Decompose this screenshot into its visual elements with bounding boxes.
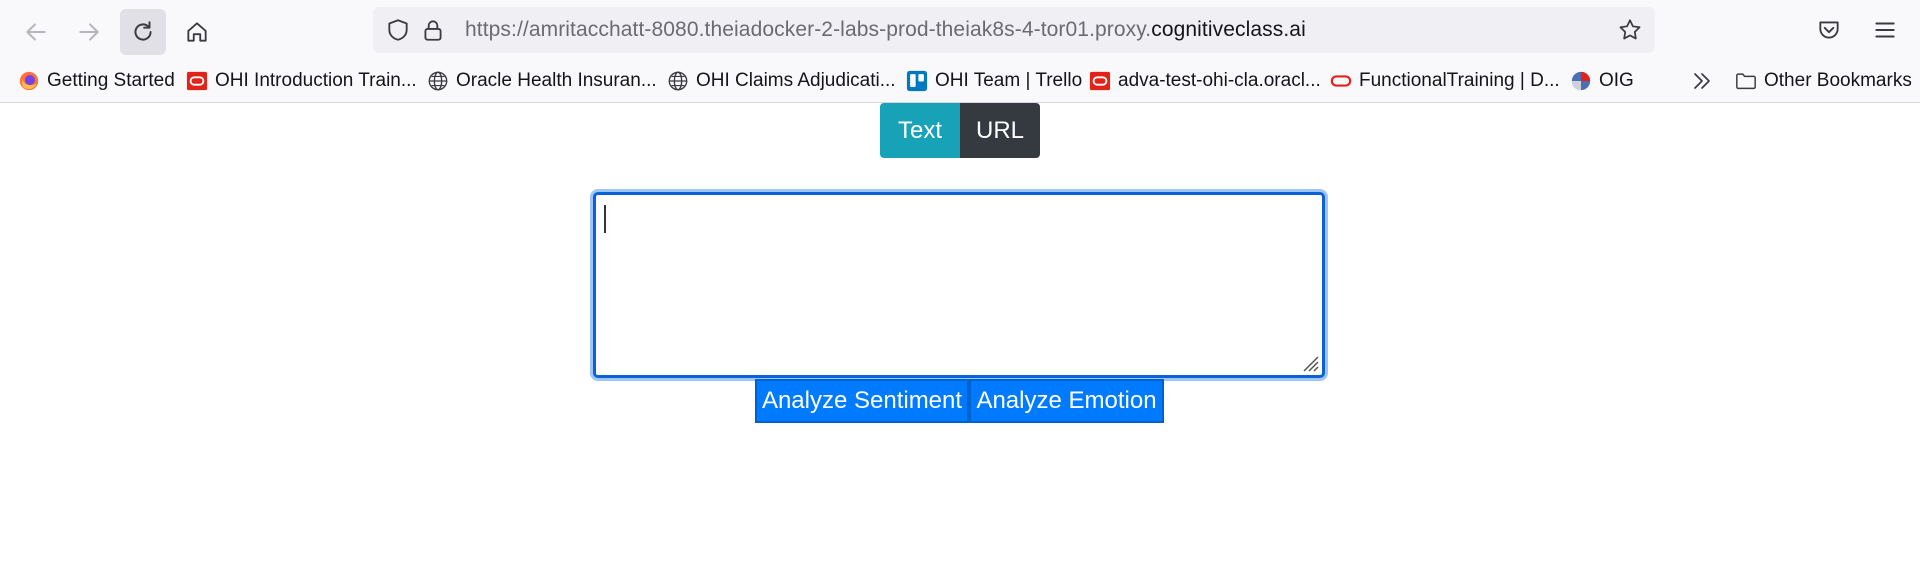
forward-arrow-icon: [79, 23, 99, 41]
text-input-area[interactable]: [593, 192, 1325, 378]
bookmark-label: adva-test-ohi-cla.oracl...: [1118, 70, 1321, 91]
globe-icon: [668, 71, 688, 91]
other-bookmarks[interactable]: Other Bookmarks: [1735, 68, 1912, 94]
bookmark-oracle-health[interactable]: Oracle Health Insuran...: [427, 68, 657, 94]
url-text: https://amritacchatt-8080.theiadocker-2-…: [465, 18, 1306, 42]
bookmark-ohi-trello[interactable]: OHI Team | Trello: [906, 68, 1082, 94]
url-prefix: https://amritacchatt-8080.theiadocker-2-…: [465, 18, 1152, 41]
oig-icon: [1571, 71, 1591, 91]
bookmark-label: OIG: [1599, 70, 1634, 91]
analyze-sentiment-button[interactable]: Analyze Sentiment: [755, 379, 969, 423]
bookmark-star-icon[interactable]: [1617, 17, 1643, 43]
forward-button[interactable]: [66, 9, 112, 55]
reload-icon: [134, 21, 152, 41]
home-icon: [187, 22, 207, 42]
bookmark-functional-training[interactable]: FunctionalTraining | D...: [1330, 68, 1560, 94]
home-button[interactable]: [174, 9, 220, 55]
bookmark-ohi-introduction[interactable]: OHI Introduction Train...: [186, 68, 417, 94]
url-mode-button[interactable]: URL: [960, 103, 1040, 158]
pocket-icon[interactable]: [1816, 17, 1842, 43]
oracle-icon: [1089, 71, 1111, 91]
globe-icon: [428, 71, 448, 91]
bookmark-label: OHI Team | Trello: [935, 70, 1083, 91]
bookmark-adva-test[interactable]: adva-test-ohi-cla.oracl...: [1089, 68, 1321, 94]
trello-icon: [906, 70, 928, 92]
back-arrow-icon: [26, 23, 46, 41]
browser-toolbar: https://amritacchatt-8080.theiadocker-2-…: [0, 0, 1920, 61]
bookmark-label: Getting Started: [47, 70, 175, 91]
bookmark-ohi-claims[interactable]: OHI Claims Adjudicati...: [667, 68, 896, 94]
bookmark-label: Oracle Health Insuran...: [456, 70, 657, 91]
chevron-double-right-icon[interactable]: [1690, 69, 1714, 93]
firefox-icon: [19, 71, 39, 91]
lock-icon[interactable]: [420, 17, 446, 43]
analyze-emotion-button[interactable]: Analyze Emotion: [969, 379, 1164, 423]
bookmarks-bar: Getting Started OHI Introduction Train..…: [0, 61, 1920, 103]
bookmark-label: OHI Introduction Train...: [215, 70, 417, 91]
address-bar[interactable]: https://amritacchatt-8080.theiadocker-2-…: [373, 7, 1655, 53]
shield-icon[interactable]: [385, 17, 411, 43]
menu-icon[interactable]: [1872, 17, 1898, 43]
folder-icon: [1736, 73, 1756, 90]
other-bookmarks-label: Other Bookmarks: [1764, 70, 1912, 91]
url-domain: cognitiveclass.ai: [1151, 18, 1306, 41]
bookmark-getting-started[interactable]: Getting Started: [18, 68, 175, 94]
bookmark-label: FunctionalTraining | D...: [1359, 70, 1560, 91]
resize-grip-icon[interactable]: [1298, 351, 1320, 373]
text-mode-button[interactable]: Text: [880, 103, 960, 158]
oracle-outline-icon: [1330, 75, 1352, 87]
oracle-icon: [186, 71, 208, 91]
bookmark-oig[interactable]: OIG: [1570, 68, 1634, 94]
back-button[interactable]: [13, 9, 59, 55]
text-caret: [604, 205, 606, 233]
bookmark-label: OHI Claims Adjudicati...: [696, 70, 896, 91]
reload-button[interactable]: [120, 9, 166, 55]
